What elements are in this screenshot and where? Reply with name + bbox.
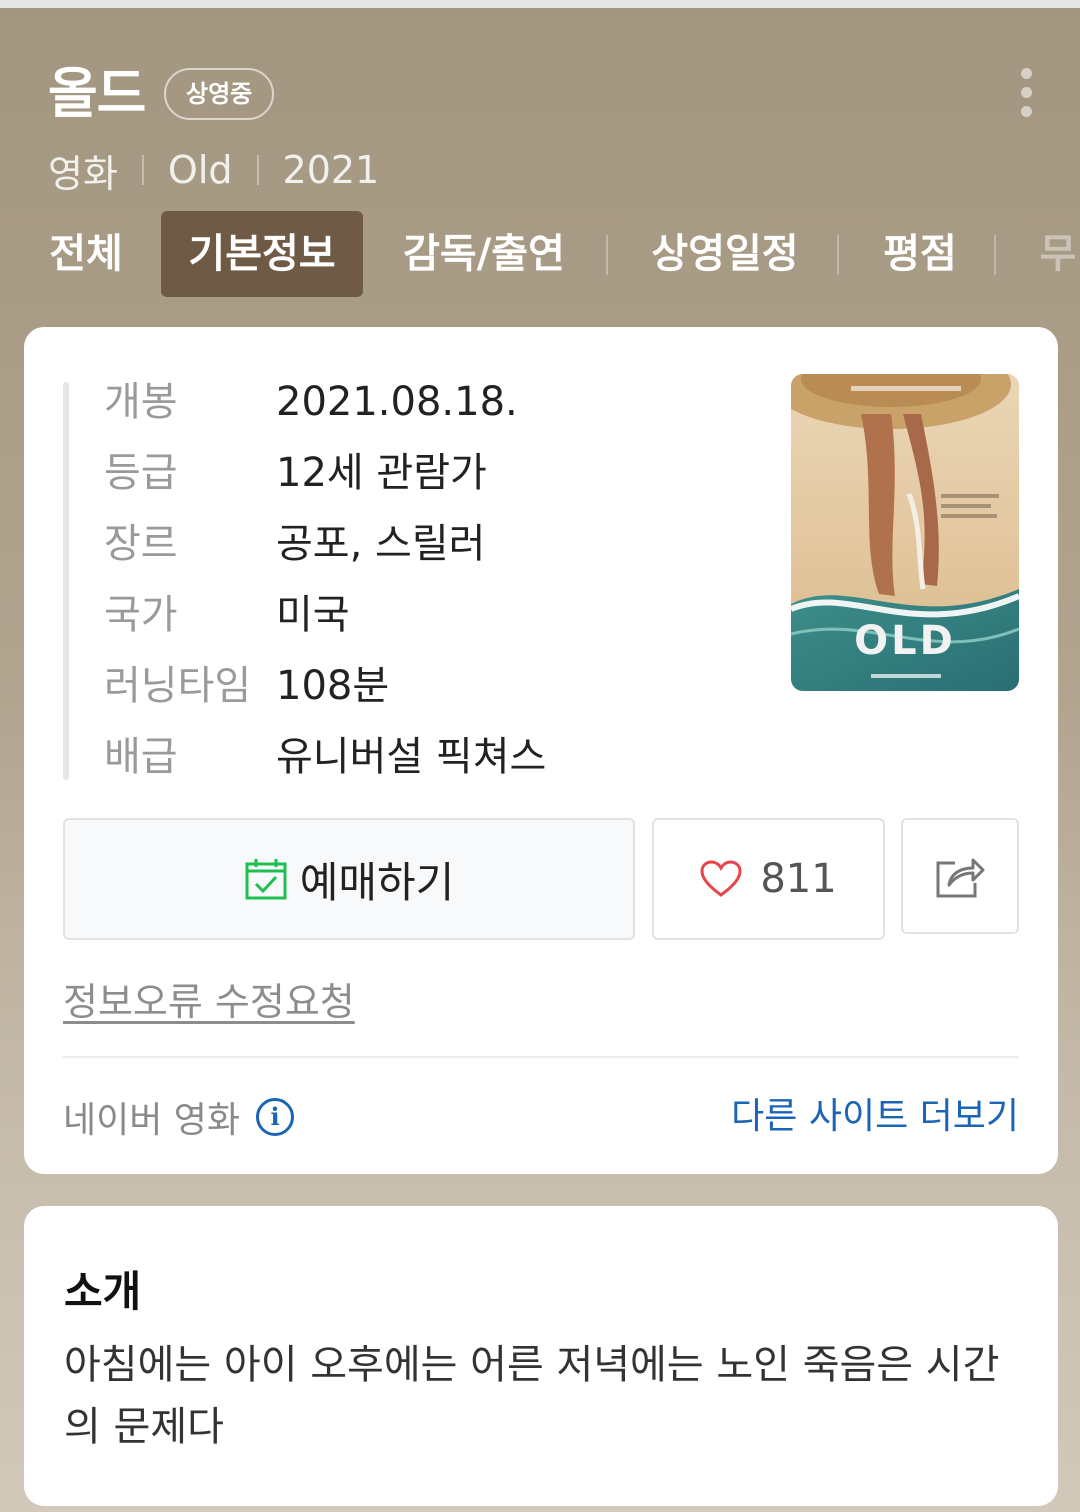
more-sites-link[interactable]: 다른 사이트 더보기 — [731, 1091, 1019, 1143]
meta-original-title: Old — [167, 148, 233, 192]
tab-bar: 전체 기본정보 감독/출연 상영일정 평점 무 — [24, 211, 1080, 299]
meta-year: 2021 — [282, 148, 380, 192]
info-value: 유니버설 픽쳐스 — [276, 734, 547, 780]
movie-poster[interactable]: OLD — [791, 374, 1019, 691]
info-row-distributor: 배급 유니버설 픽쳐스 — [104, 722, 664, 793]
movie-header: 올드 상영중 — [48, 62, 1050, 132]
info-label: 국가 — [104, 592, 178, 638]
info-label: 러닝타임 — [104, 663, 252, 709]
tab-more-partial[interactable]: 무 — [1028, 211, 1080, 297]
meta-separator — [256, 155, 259, 185]
book-ticket-button[interactable]: 예매하기 — [63, 818, 635, 940]
status-badge: 상영중 — [164, 68, 275, 120]
like-count: 811 — [760, 856, 837, 902]
info-row-rating: 등급 12세 관람가 — [104, 438, 664, 509]
intro-card: 소개 아침에는 아이 오후에는 어른 저녁에는 노인 죽음은 시간의 문제다 — [24, 1206, 1058, 1506]
intro-title: 소개 — [64, 1267, 142, 1316]
like-button[interactable]: 811 — [652, 818, 885, 940]
tab-separator — [994, 235, 996, 275]
divider — [63, 1056, 1019, 1058]
source-label: 네이버 영화 — [63, 1100, 241, 1141]
calendar-check-icon — [245, 859, 287, 900]
meta-separator — [141, 155, 144, 185]
info-value: 12세 관람가 — [276, 450, 487, 496]
info-label: 개봉 — [104, 379, 178, 425]
info-icon[interactable]: i — [256, 1098, 295, 1136]
info-value: 미국 — [276, 592, 350, 638]
source-info: 네이버 영화 i — [63, 1091, 295, 1143]
info-row-release: 개봉 2021.08.18. — [104, 367, 664, 438]
info-accent-bar — [63, 382, 69, 780]
tab-director-cast[interactable]: 감독/출연 — [384, 211, 584, 297]
tab-basic-info[interactable]: 기본정보 — [161, 211, 363, 297]
more-options-icon[interactable] — [1016, 68, 1036, 118]
report-error-link[interactable]: 정보오류 수정요청 — [63, 971, 355, 1026]
svg-text:OLD: OLD — [854, 618, 956, 664]
info-value: 108분 — [276, 663, 390, 709]
tab-separator — [606, 235, 608, 275]
heart-outline-icon — [700, 860, 742, 897]
movie-title: 올드 — [48, 62, 146, 125]
tab-rating[interactable]: 평점 — [860, 211, 980, 297]
info-row-genre: 장르 공포, 스릴러 — [104, 509, 664, 580]
info-label: 등급 — [104, 450, 178, 496]
info-label: 배급 — [104, 734, 178, 780]
top-edge — [0, 0, 1080, 8]
intro-text: 아침에는 아이 오후에는 어른 저녁에는 노인 죽음은 시간의 문제다 — [64, 1342, 1000, 1450]
tab-all[interactable]: 전체 — [24, 211, 148, 297]
info-value: 2021.08.18. — [276, 379, 518, 425]
movie-meta: 영화 Old 2021 — [48, 146, 380, 196]
info-label: 장르 — [104, 521, 178, 567]
info-row-runtime: 러닝타임 108분 — [104, 651, 664, 722]
info-value: 공포, 스릴러 — [276, 521, 486, 567]
tab-schedule[interactable]: 상영일정 — [627, 211, 823, 297]
info-list: 개봉 2021.08.18. 등급 12세 관람가 장르 공포, 스릴러 국가 … — [104, 367, 664, 793]
share-button[interactable] — [901, 818, 1019, 934]
share-icon — [936, 858, 985, 898]
info-row-country: 국가 미국 — [104, 580, 664, 651]
poster-image: OLD — [791, 374, 1019, 691]
book-label: 예매하기 — [299, 857, 455, 907]
meta-type: 영화 — [48, 151, 118, 196]
basic-info-card: 개봉 2021.08.18. 등급 12세 관람가 장르 공포, 스릴러 국가 … — [24, 327, 1058, 1174]
tab-separator — [837, 235, 839, 275]
